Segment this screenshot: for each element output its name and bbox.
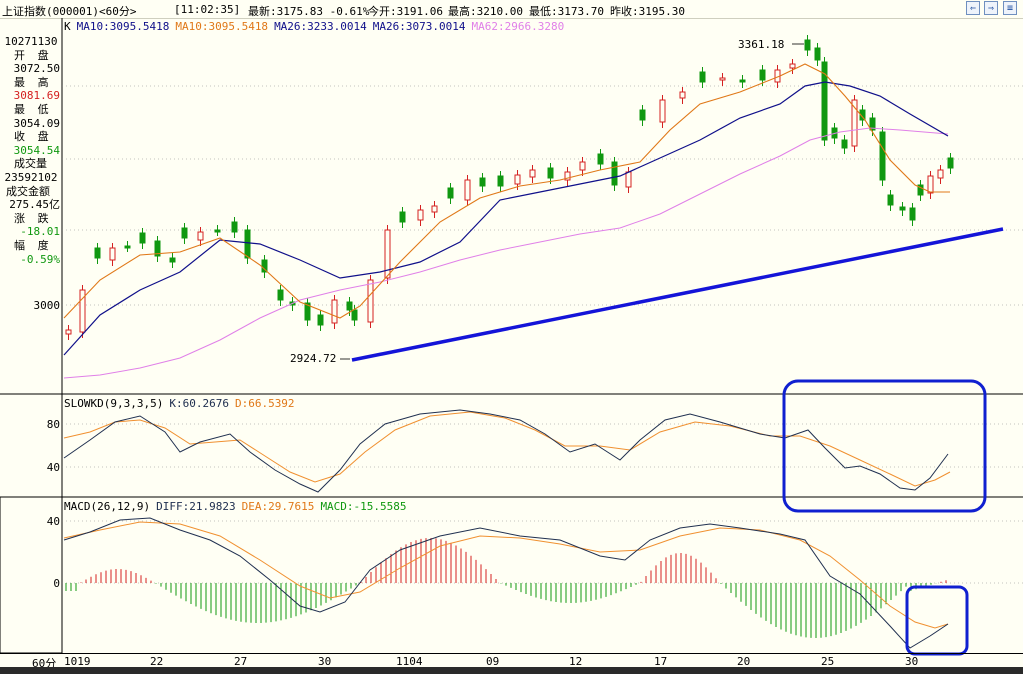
candle-down: [399, 211, 406, 223]
candle-up: [659, 99, 666, 123]
candle-up: [331, 299, 338, 324]
candle-up: [679, 91, 686, 99]
candle-down: [759, 69, 766, 81]
candle-up: [579, 161, 586, 171]
status-strip: [0, 667, 1023, 674]
stock-chart[interactable]: [0, 0, 1023, 674]
candle-down: [547, 167, 554, 179]
candle-down: [887, 194, 894, 206]
candle-down: [317, 314, 324, 326]
candle-up: [529, 169, 536, 178]
kd-k-line: [63, 409, 949, 493]
candle-down: [814, 47, 821, 61]
candle-down: [139, 232, 146, 244]
ma62-line: [63, 127, 949, 379]
candle-up: [789, 63, 796, 69]
candle-down: [479, 177, 486, 187]
candle-up: [625, 171, 632, 188]
candle-up: [937, 169, 944, 179]
highlight-box-kd: [782, 379, 987, 513]
candle-up: [719, 77, 726, 81]
time-axis: 60分 1019 22 27 30 1104 09 12 17 20 25 30: [0, 653, 1023, 670]
low-annotation: 2924.72: [290, 352, 337, 365]
candle-up: [367, 279, 374, 323]
candle-down: [244, 229, 251, 259]
candle-down: [351, 309, 358, 321]
candle-down: [611, 161, 618, 186]
candle-up: [431, 205, 438, 213]
candle-down: [841, 139, 848, 149]
candle-down: [597, 153, 604, 165]
candle-down: [909, 207, 916, 221]
candle-down: [124, 245, 131, 249]
candle-down: [497, 175, 504, 187]
candle-up: [464, 179, 471, 201]
candle-down: [739, 79, 746, 83]
candle-down: [169, 257, 176, 263]
candle-up: [109, 247, 116, 261]
candle-down: [899, 206, 906, 211]
trendline: [351, 227, 1004, 362]
candle-down: [181, 227, 188, 239]
candle-down: [804, 39, 811, 51]
macd-axis-box: [0, 496, 63, 654]
candle-down: [639, 109, 646, 121]
candle-down: [447, 187, 454, 199]
ma26-line: [63, 81, 949, 356]
macd-dea-line: [63, 521, 949, 629]
candle-down: [94, 247, 101, 259]
candle-down: [947, 157, 954, 169]
candle-down: [214, 229, 221, 233]
candle-down: [346, 301, 353, 311]
kd-d-line: [63, 411, 951, 487]
candle-up: [197, 231, 204, 241]
candle-up: [514, 174, 521, 185]
candle-up: [65, 329, 72, 335]
candle-down: [699, 71, 706, 83]
candle-down: [277, 289, 284, 301]
high-annotation: 3361.18: [738, 38, 785, 51]
candle-up: [927, 175, 934, 194]
candle-down: [879, 131, 886, 181]
ma10-line: [63, 63, 950, 319]
candle-up: [417, 209, 424, 221]
candle-down: [231, 221, 238, 233]
